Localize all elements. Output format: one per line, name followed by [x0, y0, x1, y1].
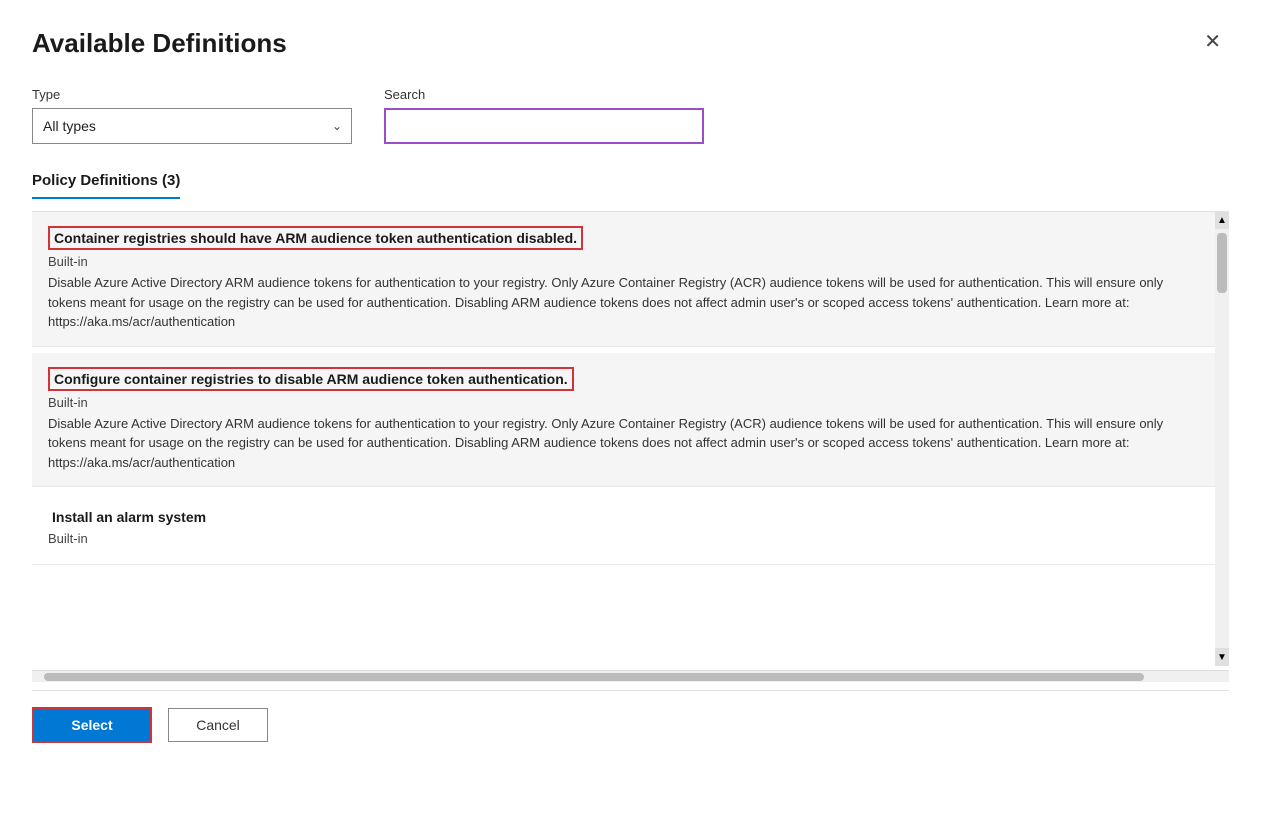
vertical-scrollbar: ▲ ▼	[1215, 211, 1229, 666]
dialog-footer: Select Cancel	[32, 690, 1229, 763]
search-filter-group: Search	[384, 87, 704, 144]
type-select-wrapper: All typesBuilt-inCustomStatic ⌄	[32, 108, 352, 144]
search-input[interactable]	[384, 108, 704, 144]
type-filter-group: Type All typesBuilt-inCustomStatic ⌄	[32, 87, 352, 144]
section-header: Policy Definitions (3)	[32, 172, 1229, 199]
definition-desc-2: Disable Azure Active Directory ARM audie…	[48, 414, 1199, 473]
definition-type-3: Built-in	[48, 531, 1199, 546]
type-label: Type	[32, 87, 352, 102]
horiz-scroll-thumb	[44, 673, 1144, 681]
scroll-up-button[interactable]: ▲	[1215, 211, 1229, 229]
search-label: Search	[384, 87, 704, 102]
close-button[interactable]: ✕	[1196, 28, 1229, 56]
definition-title-3: Install an alarm system	[48, 507, 210, 527]
type-select[interactable]: All typesBuilt-inCustomStatic	[32, 108, 352, 144]
definitions-list-wrapper: Container registries should have ARM aud…	[32, 211, 1229, 666]
filters-row: Type All typesBuilt-inCustomStatic ⌄ Sea…	[32, 87, 1229, 144]
scroll-thumb	[1217, 233, 1227, 293]
dialog-title: Available Definitions	[32, 28, 287, 59]
select-button[interactable]: Select	[32, 707, 152, 743]
definition-type-1: Built-in	[48, 254, 1199, 269]
cancel-button[interactable]: Cancel	[168, 708, 268, 742]
definition-title-1: Container registries should have ARM aud…	[48, 226, 583, 250]
dialog-header: Available Definitions ✕	[32, 28, 1229, 59]
section-title: Policy Definitions (3)	[32, 172, 180, 199]
definition-desc-1: Disable Azure Active Directory ARM audie…	[48, 273, 1199, 332]
definition-title-2: Configure container registries to disabl…	[48, 367, 574, 391]
scroll-down-button[interactable]: ▼	[1215, 648, 1229, 666]
list-item[interactable]: Configure container registries to disabl…	[32, 353, 1215, 488]
list-item[interactable]: Install an alarm system Built-in	[32, 493, 1215, 565]
definitions-list: Container registries should have ARM aud…	[32, 211, 1229, 565]
horizontal-scrollbar	[32, 670, 1229, 682]
list-item[interactable]: Container registries should have ARM aud…	[32, 212, 1215, 347]
available-definitions-dialog: Available Definitions ✕ Type All typesBu…	[0, 0, 1261, 828]
definition-type-2: Built-in	[48, 395, 1199, 410]
